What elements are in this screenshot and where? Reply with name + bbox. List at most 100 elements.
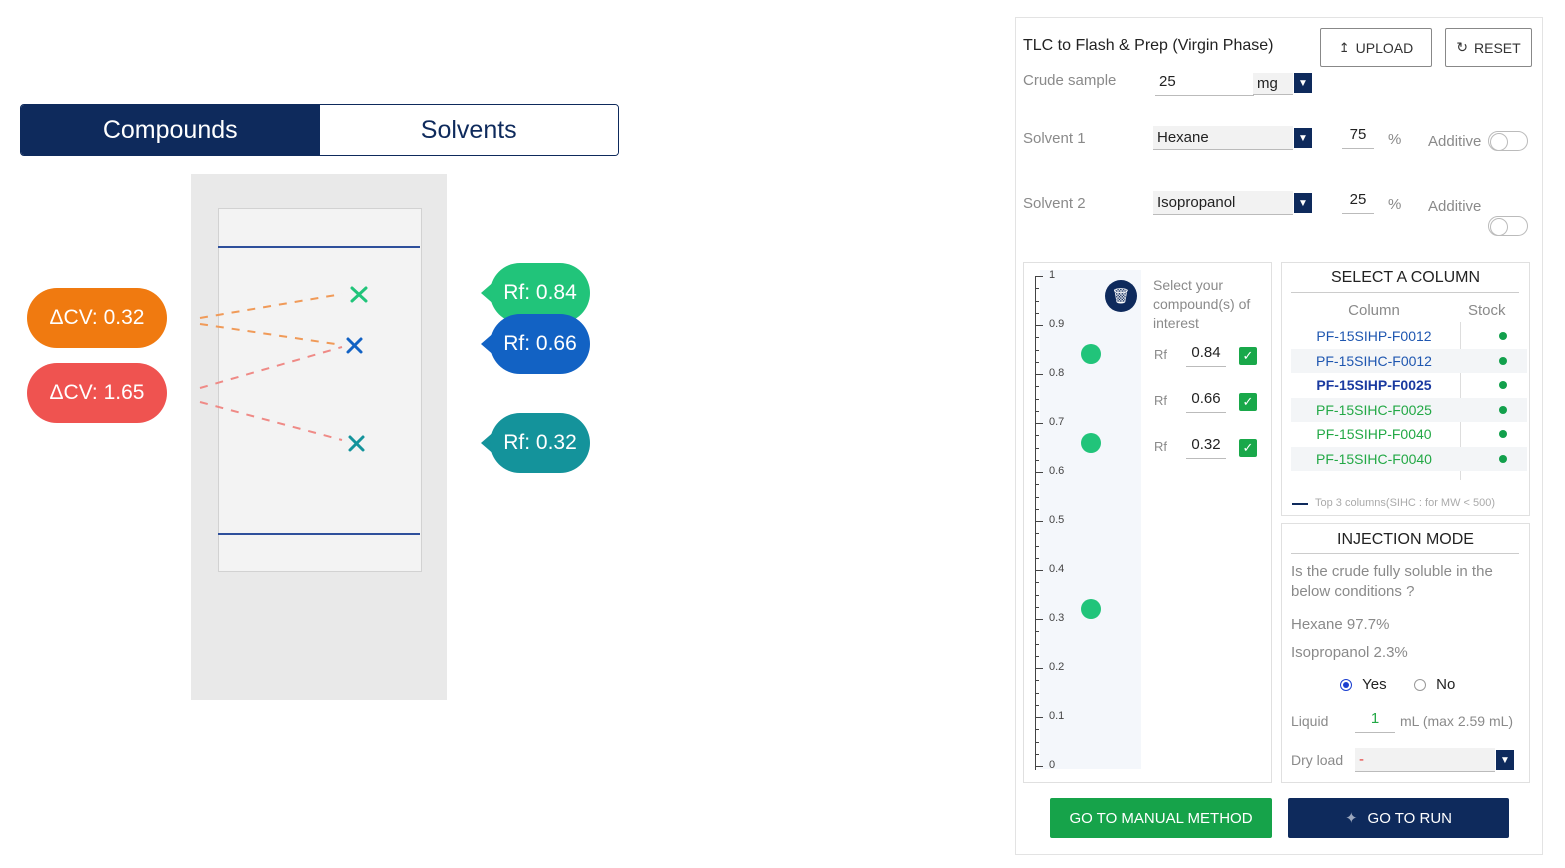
stock-indicator-icon: [1499, 332, 1507, 340]
rf-dot[interactable]: [1081, 432, 1101, 453]
column-name: PF-15SIHP-F0012: [1316, 328, 1432, 344]
chevron-down-icon[interactable]: ▼: [1294, 193, 1312, 213]
go-to-run-label: GO TO RUN: [1367, 809, 1453, 827]
rf-checkbox[interactable]: ✓: [1239, 439, 1257, 457]
rf-value-input[interactable]: 0.32: [1186, 436, 1226, 459]
crude-sample-input[interactable]: 25: [1155, 73, 1254, 96]
yes-label: Yes: [1362, 676, 1387, 693]
solvent1-label: Solvent 1: [1023, 130, 1086, 147]
rf-minor-tick: [1035, 410, 1039, 412]
rf-tick-label: 0.8: [1049, 367, 1065, 379]
reset-label: RESET: [1474, 39, 1521, 56]
delta-cv-badge[interactable]: ΔCV: 1.65: [27, 363, 167, 423]
rf-badge[interactable]: Rf: 0.66: [490, 314, 590, 374]
rf-prefix: Rf: [1154, 393, 1167, 408]
crude-unit-select[interactable]: mg: [1253, 73, 1293, 95]
spot-marker-1: [350, 286, 368, 303]
rf-minor-tick: [1035, 643, 1039, 645]
rf-checkbox[interactable]: ✓: [1239, 393, 1257, 411]
dry-load-select[interactable]: -: [1355, 748, 1495, 772]
rf-minor-tick: [1035, 337, 1039, 339]
rf-minor-tick: [1035, 582, 1039, 584]
trash-icon[interactable]: 🗑: [1105, 280, 1137, 312]
rf-badge[interactable]: Rf: 0.32: [490, 413, 590, 473]
manual-method-button[interactable]: GO TO MANUAL METHOD: [1050, 798, 1272, 838]
rf-dot[interactable]: [1081, 599, 1101, 620]
chevron-down-icon[interactable]: ▼: [1294, 128, 1312, 148]
column-row[interactable]: PF-15SIHC-F0012: [1291, 348, 1527, 373]
rf-prefix: Rf: [1154, 439, 1167, 454]
rf-minor-tick: [1035, 386, 1039, 388]
liquid-input[interactable]: 1: [1355, 710, 1395, 733]
solvent2-select[interactable]: Isopropanol: [1153, 191, 1293, 215]
rf-tick-label: 0.6: [1049, 465, 1065, 477]
radio-unselected-icon: [1414, 679, 1426, 692]
stock-indicator-icon: [1499, 454, 1507, 463]
column-row[interactable]: PF-15SIHC-F0040: [1291, 446, 1527, 471]
stock-indicator-icon: [1499, 381, 1507, 389]
divider: [1291, 553, 1519, 554]
rf-tick: [1035, 472, 1043, 473]
solvent1-percent-input[interactable]: 75: [1342, 126, 1374, 149]
rf-prefix: Rf: [1154, 347, 1167, 362]
rf-tick-label: 0.7: [1049, 416, 1065, 428]
additive-toggle-1[interactable]: [1488, 131, 1528, 151]
crude-sample-label: Crude sample: [1023, 72, 1117, 89]
rf-minor-tick: [1035, 655, 1039, 657]
solvent2-label: Solvent 2: [1023, 195, 1086, 212]
column-row[interactable]: PF-15SIHP-F0025: [1291, 373, 1527, 397]
solvent2-percent-input[interactable]: 25: [1342, 191, 1374, 214]
cv-line: [199, 401, 343, 441]
column-row[interactable]: PF-15SIHP-F0012: [1291, 324, 1527, 348]
delta-cv-badge[interactable]: ΔCV: 0.32: [27, 288, 167, 348]
rf-minor-tick: [1035, 508, 1039, 510]
rf-tick-label: 0: [1049, 759, 1056, 771]
rf-tick: [1035, 423, 1043, 424]
rf-tick: [1035, 668, 1043, 669]
chevron-down-icon[interactable]: ▼: [1294, 73, 1312, 93]
cv-line: [199, 323, 343, 346]
spot-marker-3: [348, 435, 365, 452]
column-name: PF-15SIHC-F0040: [1316, 450, 1432, 467]
liquid-unit: mL (max 2.59 mL): [1400, 713, 1514, 729]
divider: [1291, 292, 1519, 293]
radio-selected-icon: [1340, 679, 1352, 692]
column-footnote: Top 3 columns(SIHC : for MW < 500): [1315, 497, 1496, 509]
chevron-down-icon[interactable]: ▼: [1496, 750, 1514, 770]
reset-button[interactable]: ↻ RESET: [1445, 28, 1532, 67]
rf-checkbox[interactable]: ✓: [1239, 347, 1257, 365]
rf-minor-tick: [1035, 533, 1039, 535]
injection-title: INJECTION MODE: [1337, 531, 1474, 548]
column-row[interactable]: PF-15SIHC-F0025: [1291, 397, 1527, 422]
rf-value-input[interactable]: 0.66: [1186, 390, 1226, 413]
select-column-title: SELECT A COLUMN: [1330, 269, 1481, 286]
rf-dot[interactable]: [1081, 344, 1101, 365]
rf-tick: [1035, 766, 1043, 767]
rf-tick-label: 0.5: [1049, 514, 1065, 526]
column-list: PF-15SIHP-F0012 PF-15SIHC-F0012 PF-15SIHP-…: [1281, 324, 1530, 474]
additive-toggle-2[interactable]: [1488, 216, 1528, 236]
rf-minor-tick: [1035, 349, 1039, 351]
no-radio[interactable]: No: [1414, 676, 1455, 693]
injection-line2: Isopropanol 2.3%: [1291, 644, 1408, 661]
rf-minor-tick: [1035, 606, 1039, 608]
rf-tick: [1035, 717, 1043, 718]
compounds-prompt: Select your compound(s) of interest: [1153, 277, 1251, 331]
rf-tick: [1035, 521, 1043, 522]
rf-tick: [1035, 374, 1043, 375]
rf-minor-tick: [1035, 631, 1039, 633]
column-row[interactable]: PF-15SIHP-F0040: [1291, 422, 1527, 446]
injection-question: Is the crude fully soluble in the below …: [1291, 563, 1493, 600]
injection-line1: Hexane 97.7%: [1291, 616, 1390, 633]
rf-value-input[interactable]: 0.84: [1186, 344, 1226, 367]
stock-indicator-icon: [1499, 356, 1507, 365]
go-to-run-button[interactable]: ✦ GO TO RUN: [1288, 798, 1509, 838]
rf-minor-tick: [1035, 594, 1039, 596]
rf-minor-tick: [1035, 704, 1039, 706]
percent-sign: %: [1388, 131, 1402, 148]
percent-sign: %: [1388, 196, 1402, 213]
yes-radio[interactable]: Yes: [1340, 676, 1387, 693]
solvent1-select[interactable]: Hexane: [1153, 126, 1293, 150]
rf-minor-tick: [1035, 398, 1039, 400]
upload-button[interactable]: ↥ UPLOAD: [1320, 28, 1432, 67]
